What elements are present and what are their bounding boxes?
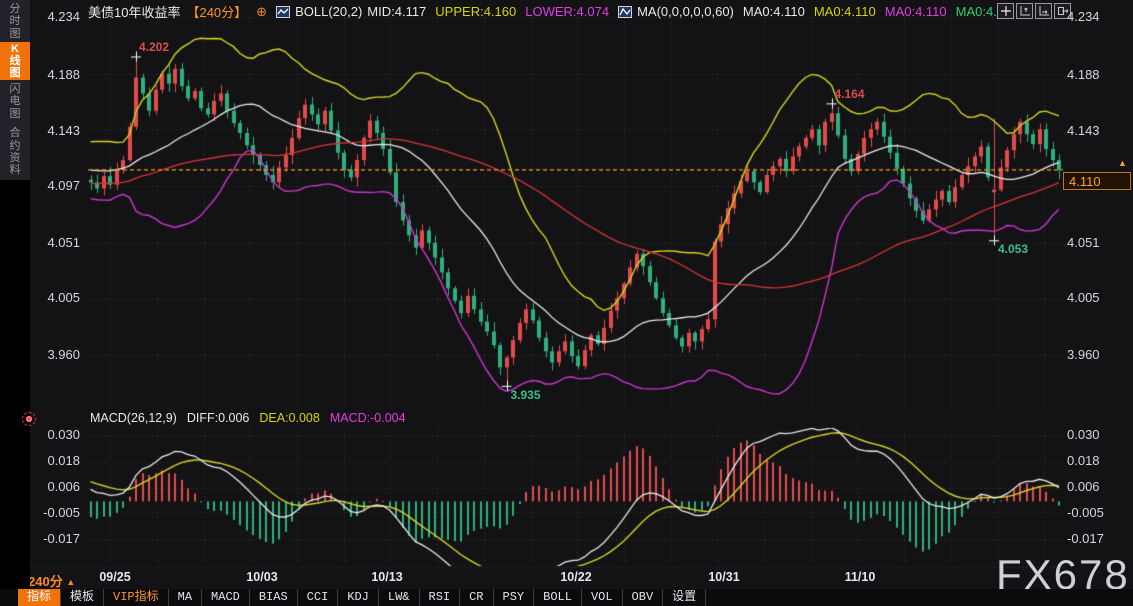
y-tick-left: 4.051 <box>30 235 80 250</box>
macd-tick-right: -0.005 <box>1067 505 1129 520</box>
tab-cr[interactable]: CR <box>460 589 493 606</box>
tab-kdj[interactable]: KDJ <box>338 589 379 606</box>
high-marker-label: 4.202 <box>139 40 169 54</box>
y-tick-left: 4.188 <box>30 67 80 82</box>
add-indicator-icon[interactable]: ⊕ <box>256 5 267 18</box>
move-icon[interactable] <box>997 3 1014 19</box>
ma-mini-chart-icon[interactable] <box>618 6 632 18</box>
y-tick-left: 4.005 <box>30 290 80 305</box>
y-tick-right: 4.234 <box>1067 9 1129 24</box>
macd-tick-right: 0.018 <box>1067 453 1129 468</box>
low-marker-label: 4.053 <box>998 242 1028 256</box>
macd-hist-value: MACD:-0.004 <box>330 411 406 425</box>
macd-tick-right: 0.030 <box>1067 427 1129 442</box>
alert-blink-icon[interactable] <box>22 412 36 426</box>
tab-psy[interactable]: PSY <box>494 589 535 606</box>
boll-lower-value: LOWER:4.074 <box>525 4 609 19</box>
y-tick-right: 4.188 <box>1067 67 1129 82</box>
y-tick-left: 3.960 <box>30 347 80 362</box>
tab-macd[interactable]: MACD <box>202 589 250 606</box>
x-tick-date: 09/25 <box>99 570 130 584</box>
sidebar-item-time-chart[interactable]: 分时图 <box>0 2 30 41</box>
current-price-box: 4.110 <box>1063 172 1131 190</box>
price-up-arrow-icon: ▲ <box>1118 158 1127 168</box>
x-tick-date: 10/13 <box>371 570 402 584</box>
macd-tick-right: -0.017 <box>1067 531 1129 546</box>
period-tag: 【240分】 <box>186 2 247 21</box>
ma-value-2: MA0:4.110 <box>814 4 876 19</box>
x-tick-date: 10/22 <box>560 570 591 584</box>
x-tick-date: 10/03 <box>246 570 277 584</box>
macd-legend: MACD(26,12,9) DIFF:0.006 DEA:0.008 MACD:… <box>90 411 406 425</box>
chart-window: 分时图 K线图 闪电图 合约资料 美债10年收益率 【240分】 ⊕ BOLL(… <box>0 0 1133 606</box>
boll-mid-value: MID:4.117 <box>367 4 426 19</box>
instrument-title: 美债10年收益率 <box>88 2 180 21</box>
ma-value-3: MA0:4.110 <box>885 4 947 19</box>
tab-cci[interactable]: CCI <box>298 589 339 606</box>
tab-template[interactable]: 模板 <box>61 589 104 606</box>
y-tick-right: 4.051 <box>1067 235 1129 250</box>
y-tick-left: 4.234 <box>30 9 80 24</box>
ma-value-1: MA0:4.110 <box>743 4 805 19</box>
y-tick-right: 4.005 <box>1067 290 1129 305</box>
macd-label: MACD(26,12,9) <box>90 411 177 425</box>
tab-vol[interactable]: VOL <box>582 589 623 606</box>
chart-legend: 美债10年收益率 【240分】 ⊕ BOLL(20,2) MID:4.117 U… <box>88 3 1004 20</box>
boll-upper-value: UPPER:4.160 <box>435 4 516 19</box>
tab-bias[interactable]: BIAS <box>250 589 298 606</box>
left-sidebar: 分时图 K线图 闪电图 合约资料 <box>0 0 30 606</box>
y-tick-right: 4.143 <box>1067 123 1129 138</box>
sidebar-item-contract-info[interactable]: 合约资料 <box>0 127 30 177</box>
macd-tick-left: 0.018 <box>30 453 80 468</box>
tab-indicator[interactable]: 指标 <box>18 589 61 606</box>
tab-obv[interactable]: OBV <box>623 589 664 606</box>
y-tick-left: 4.097 <box>30 178 80 193</box>
macd-tick-left: -0.017 <box>30 531 80 546</box>
tab-rsi[interactable]: RSI <box>420 589 461 606</box>
tab-ma[interactable]: MA <box>169 589 202 606</box>
scale-right-icon[interactable] <box>1035 3 1052 19</box>
boll-label: BOLL(20,2) <box>295 4 362 19</box>
tab-vip-indicator[interactable]: VIP指标 <box>104 589 169 606</box>
macd-tick-right: 0.006 <box>1067 479 1129 494</box>
ma-label: MA(0,0,0,0,0,60) <box>637 4 734 19</box>
scale-up-icon[interactable] <box>1016 3 1033 19</box>
macd-tick-left: 0.006 <box>30 479 80 494</box>
tab-settings[interactable]: 设置 <box>663 589 706 606</box>
y-tick-right: 3.960 <box>1067 347 1129 362</box>
chart-toolbar <box>997 3 1071 19</box>
y-tick-left: 4.143 <box>30 123 80 138</box>
macd-diff-value: DIFF:0.006 <box>187 411 250 425</box>
sidebar-item-flash-chart[interactable]: 闪电图 <box>0 82 30 121</box>
high-marker-label: 4.164 <box>835 87 865 101</box>
boll-mini-chart-icon[interactable] <box>276 6 290 18</box>
macd-dea-value: DEA:0.008 <box>259 411 319 425</box>
x-tick-date: 10/31 <box>708 570 739 584</box>
macd-tick-left: -0.005 <box>30 505 80 520</box>
period-selector[interactable]: 240分 ▲ <box>28 571 75 590</box>
sidebar-item-kline-chart[interactable]: K线图 <box>0 42 30 80</box>
low-marker-label: 3.935 <box>511 388 541 402</box>
tab-lw[interactable]: LW& <box>379 589 420 606</box>
indicator-tab-bar: 指标 模板 VIP指标 MA MACD BIAS CCI KDJ LW& RSI… <box>0 589 1133 606</box>
chevron-up-icon: ▲ <box>66 577 75 587</box>
chart-canvas[interactable] <box>0 0 1133 606</box>
macd-tick-left: 0.030 <box>30 427 80 442</box>
tab-boll[interactable]: BOLL <box>534 589 582 606</box>
x-tick-date: 11/10 <box>845 570 876 584</box>
